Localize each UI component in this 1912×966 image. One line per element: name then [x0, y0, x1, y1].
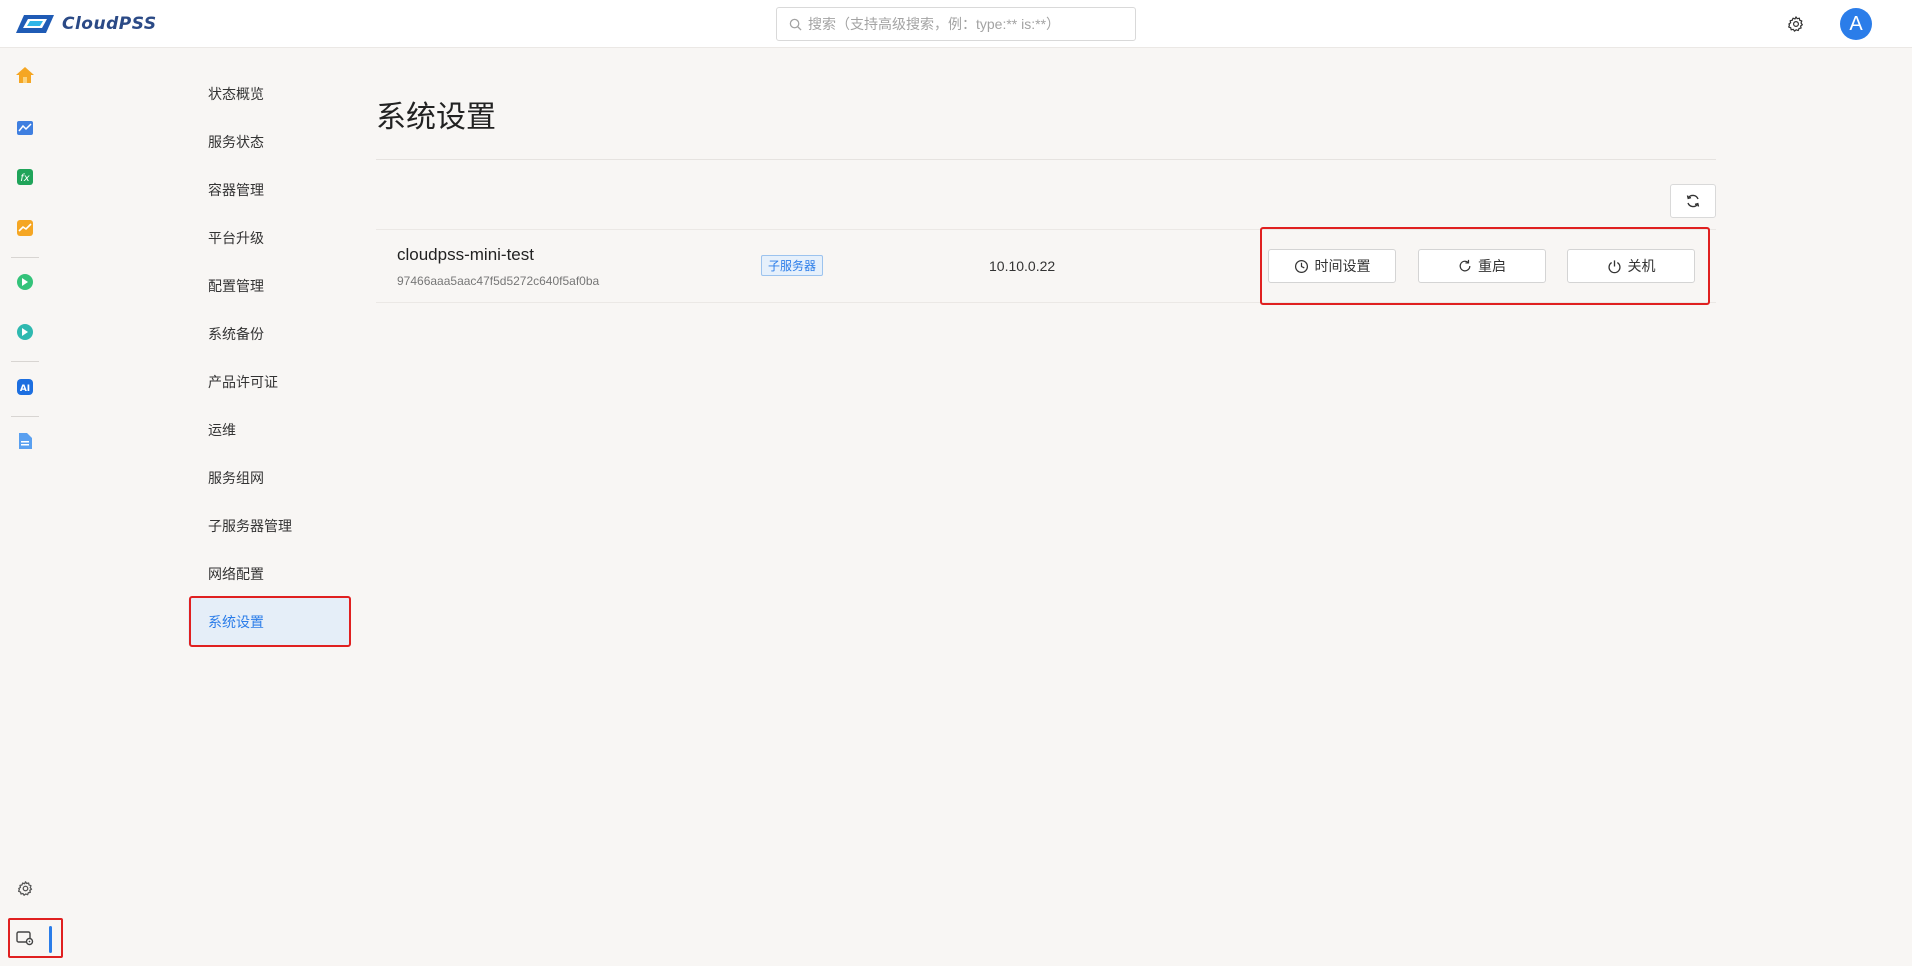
svg-text:AI: AI [20, 384, 30, 394]
ai-icon[interactable]: AI [14, 376, 36, 398]
settings-icon[interactable] [14, 877, 36, 899]
clock-icon [1294, 259, 1308, 273]
restart-button[interactable]: 重启 [1418, 249, 1546, 283]
subnav-item-service-status[interactable]: 服务状态 [188, 118, 350, 166]
rail-divider [11, 416, 39, 417]
server-id: 97466aaa5aac47f5d5272c640f5af0ba [397, 274, 600, 288]
subnav-highlight-box [189, 596, 351, 647]
rail-active-indicator [49, 926, 52, 953]
shutdown-button[interactable]: 关机 [1567, 249, 1695, 283]
subnav-item-product-license[interactable]: 产品许可证 [188, 358, 350, 406]
logo-mark-icon [16, 15, 54, 33]
avatar[interactable]: A [1840, 8, 1872, 40]
app-green-icon[interactable] [14, 271, 36, 293]
server-ip: 10.10.0.22 [989, 258, 1056, 274]
document-icon[interactable] [14, 430, 36, 452]
subnav-item-container-management[interactable]: 容器管理 [188, 166, 350, 214]
trend-icon[interactable] [14, 217, 36, 239]
refresh-button[interactable] [1670, 184, 1716, 218]
refresh-icon [1686, 194, 1700, 208]
top-bar: CloudPSS A [0, 0, 1912, 48]
power-icon [1607, 259, 1621, 273]
time-settings-button[interactable]: 时间设置 [1268, 249, 1396, 283]
server-name: cloudpss-mini-test [397, 245, 534, 264]
subnav-item-subserver-management[interactable]: 子服务器管理 [188, 502, 350, 550]
function-icon[interactable]: fx [14, 166, 36, 188]
search-icon [789, 18, 802, 31]
app-rail: fx AI [0, 48, 50, 966]
restart-label: 重启 [1478, 258, 1506, 274]
refresh-icon [1459, 259, 1471, 272]
rail-highlight-box [8, 918, 63, 958]
shutdown-label: 关机 [1627, 258, 1656, 274]
rail-divider [11, 257, 39, 258]
subnav-item-system-backup[interactable]: 系统备份 [188, 310, 350, 358]
svg-text:fx: fx [20, 173, 30, 184]
search-input[interactable] [808, 16, 1128, 32]
logo-text: CloudPSS [62, 14, 157, 34]
subnav-item-service-network[interactable]: 服务组网 [188, 454, 350, 502]
title-divider [376, 159, 1716, 160]
gear-icon[interactable] [1786, 14, 1806, 34]
monitor-chart-icon[interactable] [14, 117, 36, 139]
app-teal-icon[interactable] [14, 321, 36, 343]
server-type-badge: 子服务器 [761, 255, 824, 276]
time-settings-label: 时间设置 [1314, 258, 1371, 274]
page-title: 系统设置 [376, 101, 496, 134]
search-box[interactable] [776, 7, 1136, 41]
subnav-item-platform-upgrade[interactable]: 平台升级 [188, 214, 350, 262]
subnav-item-status-overview[interactable]: 状态概览 [188, 70, 350, 118]
subnav-item-operations[interactable]: 运维 [188, 406, 350, 454]
subnav-item-config-management[interactable]: 配置管理 [188, 262, 350, 310]
app-logo[interactable]: CloudPSS [14, 12, 157, 36]
subnav-item-network-config[interactable]: 网络配置 [188, 550, 350, 598]
rail-divider [11, 361, 39, 362]
home-icon[interactable] [14, 64, 36, 86]
